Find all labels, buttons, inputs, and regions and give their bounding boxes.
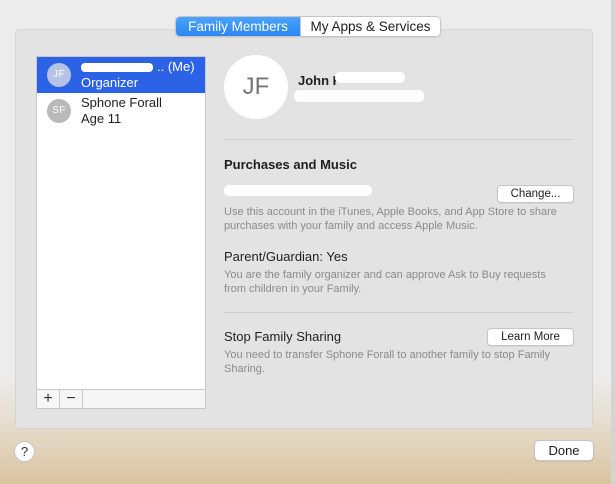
member-list: JF .. (Me) Organizer SF Sphone Forall Ag…	[36, 56, 206, 390]
window-edge	[611, 0, 615, 484]
add-member-button[interactable]: +	[37, 390, 60, 408]
stop-sharing-description: You need to transfer Sphone Forall to an…	[224, 349, 551, 375]
list-controls: + −	[36, 390, 206, 409]
purchases-heading: Purchases and Music	[224, 157, 357, 172]
member-name: Sphone Forall	[81, 95, 162, 110]
tab-family-members[interactable]: Family Members	[176, 17, 300, 36]
member-row-child[interactable]: SF Sphone Forall Age 11	[37, 93, 205, 129]
redacted-email-overlay	[294, 90, 424, 102]
member-avatar: JF	[47, 63, 71, 87]
done-button[interactable]: Done	[534, 440, 594, 461]
user-avatar: JF	[224, 55, 288, 119]
member-name-suffix: .. (Me)	[157, 59, 195, 74]
redacted-name	[81, 63, 153, 73]
guardian-description: You are the family organizer and can app…	[224, 269, 546, 295]
guardian-status: Parent/Guardian: Yes	[224, 249, 348, 264]
stop-sharing-title: Stop Family Sharing	[224, 329, 342, 344]
member-role: Organizer	[81, 75, 139, 90]
redacted-account-overlay	[224, 185, 372, 196]
change-button[interactable]: Change...	[497, 185, 574, 203]
purchases-description: Use this account in the iTunes, Apple Bo…	[224, 206, 557, 232]
divider	[224, 139, 574, 140]
member-name: .. (Me)	[81, 59, 195, 74]
learn-more-button[interactable]: Learn More	[487, 328, 574, 346]
divider	[224, 312, 574, 313]
member-role: Age 11	[81, 111, 122, 126]
member-avatar: SF	[47, 99, 71, 123]
redacted-name-overlay	[335, 72, 405, 83]
member-row-organizer[interactable]: JF .. (Me) Organizer	[37, 57, 205, 93]
remove-member-button[interactable]: −	[60, 390, 83, 408]
tab-bar: Family Members My Apps & Services	[175, 16, 441, 37]
family-sharing-sheet: Family Members My Apps & Services JF .. …	[0, 0, 615, 484]
tab-my-apps-services[interactable]: My Apps & Services	[300, 17, 440, 36]
help-button[interactable]: ?	[14, 441, 35, 462]
